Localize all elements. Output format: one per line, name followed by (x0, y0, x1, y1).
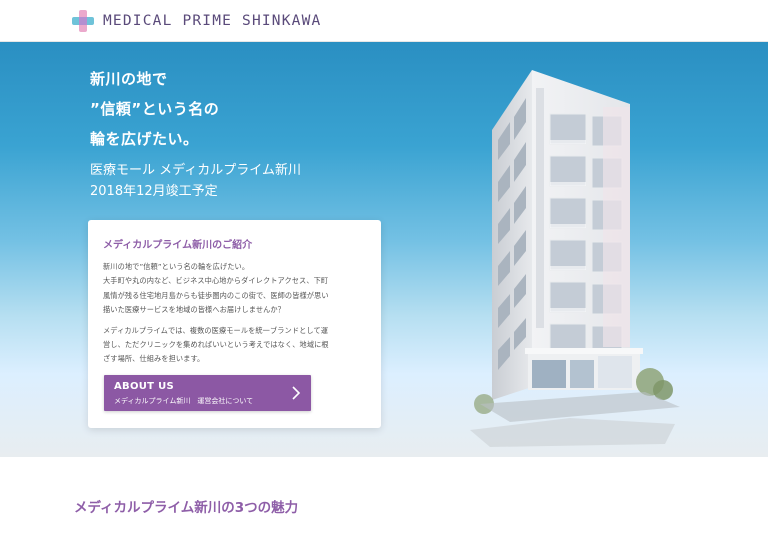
completion-date: 2018年12月竣工予定 (90, 184, 218, 199)
headline-line: 新川の地で (90, 70, 168, 88)
features-section-title: メディカルプライム新川の3つの魅力 (74, 500, 299, 516)
intro-text-line: 描いた医療サービスを地域の皆様へお届けしませんか？ (103, 305, 285, 315)
intro-paragraph: メディカルプライムでは、複数の医療モールを統一ブランドとして運 営し、ただクリニ… (103, 324, 367, 367)
hero-headline: 新川の地で ”信頼”という名の 輪を広げたい。 (90, 64, 219, 154)
building-illustration (470, 70, 680, 447)
about-us-button[interactable]: ABOUT US メディカルプライム新川 運営会社について (104, 375, 311, 411)
intro-text-line: 大手町や丸の内など、ビジネス中心地からダイレクトアクセス、下町 (103, 276, 329, 286)
intro-text-line: メディカルプライムでは、複数の医療モールを統一ブランドとして運 (103, 325, 329, 335)
intro-card-title: メディカルプライム新川のご紹介 (103, 240, 253, 251)
site-logo[interactable]: MEDICAL PRIME SHINKAWA (72, 9, 321, 33)
intro-paragraph: 新川の地で”信頼”という名の輪を広げたい。 大手町や丸の内など、ビジネス中心地か… (103, 260, 367, 318)
intro-text-line: 風情が残る住宅地月島からも徒歩圏内のこの街で、医師の皆様が思い (103, 290, 329, 300)
about-us-label: ABOUT US (114, 381, 175, 392)
headline-line: ”信頼”という名の (90, 100, 220, 118)
facility-name: 医療モール メディカルプライム新川 (90, 163, 301, 178)
intro-text-line: ざす場所、仕組みを担います。 (103, 354, 205, 364)
hero-section: 新川の地で ”信頼”という名の 輪を広げたい。 医療モール メディカルプライム新… (0, 42, 768, 457)
headline-line: 輪を広げたい。 (90, 130, 199, 148)
logo-text: MEDICAL PRIME SHINKAWA (103, 13, 322, 29)
site-header: MEDICAL PRIME SHINKAWA (0, 0, 768, 42)
intro-card: メディカルプライム新川のご紹介 新川の地で”信頼”という名の輪を広げたい。 大手… (88, 220, 381, 428)
intro-text-line: 新川の地で”信頼”という名の輪を広げたい。 (103, 262, 250, 271)
about-us-sublabel: メディカルプライム新川 運営会社について (114, 397, 254, 405)
intro-text-line: 営し、ただクリニックを集めればいいという考えではなく、地域に根 (103, 340, 329, 350)
hero-subline: 医療モール メディカルプライム新川 2018年12月竣工予定 (90, 160, 301, 202)
logo-cross-icon (72, 10, 94, 32)
chevron-right-icon (292, 386, 301, 400)
